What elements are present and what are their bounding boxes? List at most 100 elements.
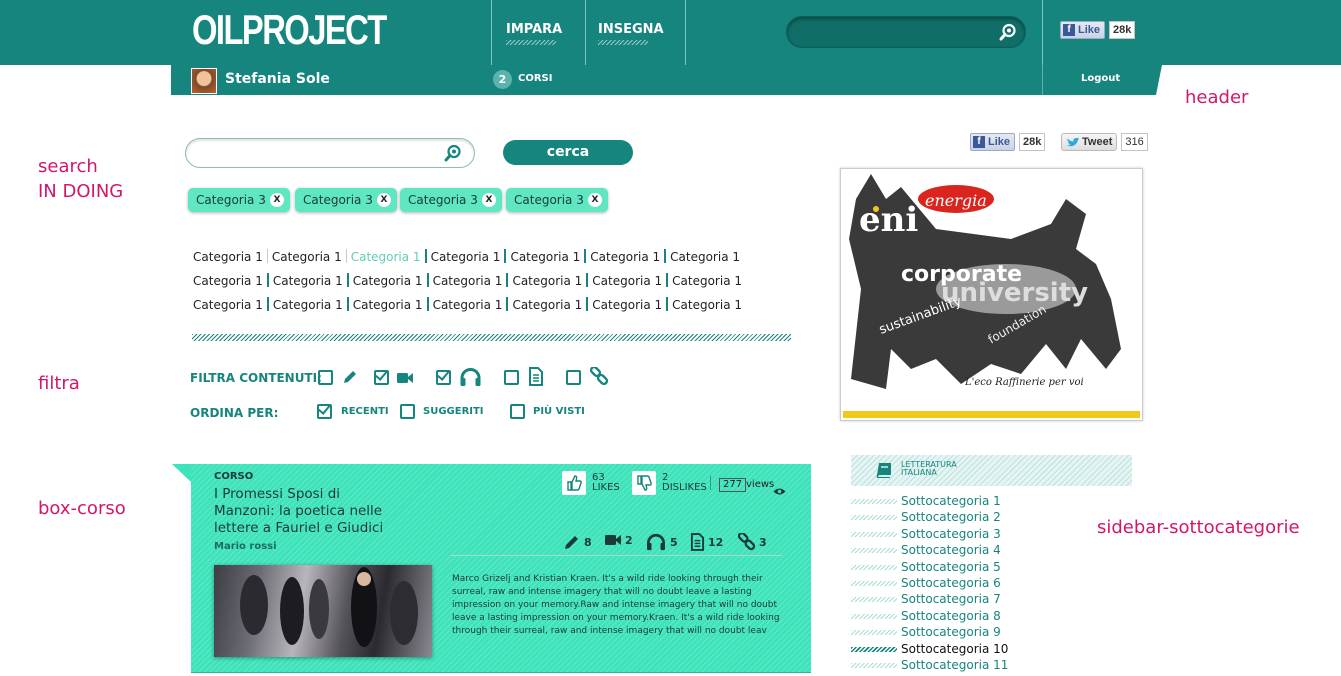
crowd-photo <box>240 567 418 647</box>
sidebar-subcategory-item[interactable]: Sottocategoria 2 <box>851 510 1001 524</box>
audio-count-value: 5 <box>670 535 678 549</box>
category-link[interactable]: Categoria 1 <box>433 298 503 312</box>
course-thumbnail[interactable] <box>214 565 432 657</box>
hatched-divider <box>192 334 791 341</box>
sidebar-subcategory-item[interactable]: Sottocategoria 5 <box>851 560 1001 574</box>
eye-icon <box>773 481 786 500</box>
chip-close-icon[interactable]: X <box>588 193 602 207</box>
site-logo[interactable]: OILPROJECT <box>192 6 387 54</box>
category-link[interactable]: Categoria 1 <box>193 298 263 312</box>
category-link[interactable]: Categoria 1 <box>592 298 662 312</box>
search-icon[interactable] <box>999 23 1017 45</box>
category-link[interactable]: Categoria 1 <box>512 298 582 312</box>
sidebar-subcategory-item[interactable]: Sottocategoria 8 <box>851 609 1001 623</box>
facebook-like-widget[interactable]: f Like 28k <box>970 133 1046 151</box>
video-camera-icon[interactable] <box>396 370 414 389</box>
category-link[interactable]: Categoria 1 <box>672 274 742 288</box>
tweet-widget[interactable]: Tweet 316 <box>1061 133 1148 151</box>
link-icon[interactable] <box>589 365 609 391</box>
category-chip[interactable]: Categoria 3 X <box>188 188 290 212</box>
nav-divider <box>585 0 586 65</box>
category-link[interactable]: Categoria 1 <box>353 298 423 312</box>
category-chip[interactable]: Categoria 3 X <box>506 188 608 212</box>
category-link[interactable]: Categoria 1 <box>592 274 662 288</box>
chip-close-icon[interactable]: X <box>270 193 284 207</box>
like-button[interactable] <box>562 471 586 495</box>
dislikes-label: DISLIKES <box>662 482 707 493</box>
facebook-like-button[interactable]: f Like <box>970 133 1016 151</box>
category-link[interactable]: Categoria 1 <box>273 274 343 288</box>
facebook-like-button[interactable]: f Like <box>1060 21 1106 39</box>
sidebar-subcategory-item[interactable]: Sottocategoria 6 <box>851 576 1001 590</box>
category-separator <box>666 297 669 311</box>
cerca-button[interactable]: cerca <box>503 140 633 165</box>
stats-divider <box>710 476 711 490</box>
nav-insegna-link[interactable]: INSEGNA <box>598 22 664 45</box>
user-name[interactable]: Stefania Sole <box>225 71 330 87</box>
dislike-button[interactable] <box>632 471 656 495</box>
main-search-input[interactable] <box>185 138 475 168</box>
sidebar-subcategory-item[interactable]: Sottocategoria 9 <box>851 625 1001 639</box>
sidebar-subcategory-item[interactable]: Sottocategoria 4 <box>851 543 1001 557</box>
avatar[interactable] <box>191 68 217 94</box>
corsi-count-badge[interactable]: 2 <box>493 70 512 89</box>
course-author[interactable]: Mario rossi <box>214 541 277 552</box>
headphones-icon[interactable] <box>459 367 482 391</box>
pencil-icon[interactable] <box>341 368 359 390</box>
course-title[interactable]: I Promessi Sposi di Manzoni: la poetica … <box>214 486 394 537</box>
sidebar-subcategory-item-active[interactable]: Sottocategoria 10 <box>851 642 1008 656</box>
annotation-sidebar: sidebar-sottocategorie <box>1097 517 1300 538</box>
sidebar-subcategory-item[interactable]: Sottocategoria 3 <box>851 527 1001 541</box>
header-facebook-like[interactable]: f Like 28k <box>1060 21 1136 39</box>
order-piu-visti-label[interactable]: PIÙ VISTI <box>533 406 585 417</box>
category-link-active[interactable]: Categoria 1 <box>351 250 421 264</box>
category-link[interactable]: Categoria 1 <box>670 250 740 264</box>
sidebar-subcategory-item[interactable]: Sottocategoria 1 <box>851 494 1001 508</box>
category-link[interactable]: Categoria 1 <box>272 250 342 264</box>
nav-impara-link[interactable]: IMPARA <box>506 22 562 45</box>
category-link[interactable]: Categoria 1 <box>510 250 580 264</box>
category-link[interactable]: Categoria 1 <box>590 250 660 264</box>
subcategory-label: Sottocategoria 5 <box>901 560 1001 574</box>
filter-video-checkbox[interactable] <box>374 370 389 385</box>
category-link[interactable]: Categoria 1 <box>193 250 263 264</box>
filter-document-checkbox[interactable] <box>504 370 519 385</box>
filter-link-checkbox[interactable] <box>566 370 581 385</box>
category-link[interactable]: Categoria 1 <box>353 274 423 288</box>
order-recenti-checkbox[interactable] <box>317 404 332 419</box>
category-chip[interactable]: Categoria 3 X <box>400 188 502 212</box>
filter-audio-checkbox[interactable] <box>436 370 451 385</box>
sidebar-subcategory-item[interactable]: Sottocategoria 7 <box>851 592 1001 606</box>
category-link[interactable]: Categoria 1 <box>273 298 343 312</box>
category-link[interactable]: Categoria 1 <box>193 274 263 288</box>
header-search-input[interactable] <box>786 16 1026 48</box>
sidebar-subcategory-item[interactable]: Sottocategoria 11 <box>851 658 1008 672</box>
subcategory-label: Sottocategoria 10 <box>901 642 1009 656</box>
chip-close-icon[interactable]: X <box>377 193 391 207</box>
category-link[interactable]: Categoria 1 <box>431 250 501 264</box>
subcategory-label: Sottocategoria 4 <box>901 543 1001 557</box>
chip-close-icon[interactable]: X <box>482 193 496 207</box>
user-bar: Stefania Sole 2 CORSI Logout <box>171 65 1162 95</box>
search-icon[interactable] <box>444 144 462 166</box>
order-recenti-label[interactable]: RECENTI <box>341 406 389 417</box>
order-piu-visti-checkbox[interactable] <box>510 404 525 419</box>
logout-link[interactable]: Logout <box>1081 73 1120 84</box>
sidebar-category-header[interactable] <box>851 455 1132 486</box>
order-suggeriti-label[interactable]: SUGGERITI <box>423 406 484 417</box>
document-icon[interactable] <box>528 367 544 390</box>
subcategory-label: Sottocategoria 8 <box>901 609 1001 623</box>
category-link[interactable]: Categoria 1 <box>433 274 503 288</box>
nav-hatch <box>598 40 648 45</box>
promo-banner[interactable]: energia eni corporate university sustain… <box>840 168 1143 421</box>
category-link[interactable]: Categoria 1 <box>512 274 582 288</box>
corsi-link[interactable]: CORSI <box>518 73 552 84</box>
category-link[interactable]: Categoria 1 <box>672 298 742 312</box>
category-separator <box>506 273 509 287</box>
category-chip[interactable]: Categoria 3 X <box>295 188 397 212</box>
ordina-per-label: ORDINA PER: <box>190 406 279 420</box>
tweet-button[interactable]: Tweet <box>1061 133 1118 151</box>
filter-pencil-checkbox[interactable] <box>318 370 333 385</box>
link-count-value: 3 <box>759 536 767 549</box>
order-suggeriti-checkbox[interactable] <box>400 404 415 419</box>
